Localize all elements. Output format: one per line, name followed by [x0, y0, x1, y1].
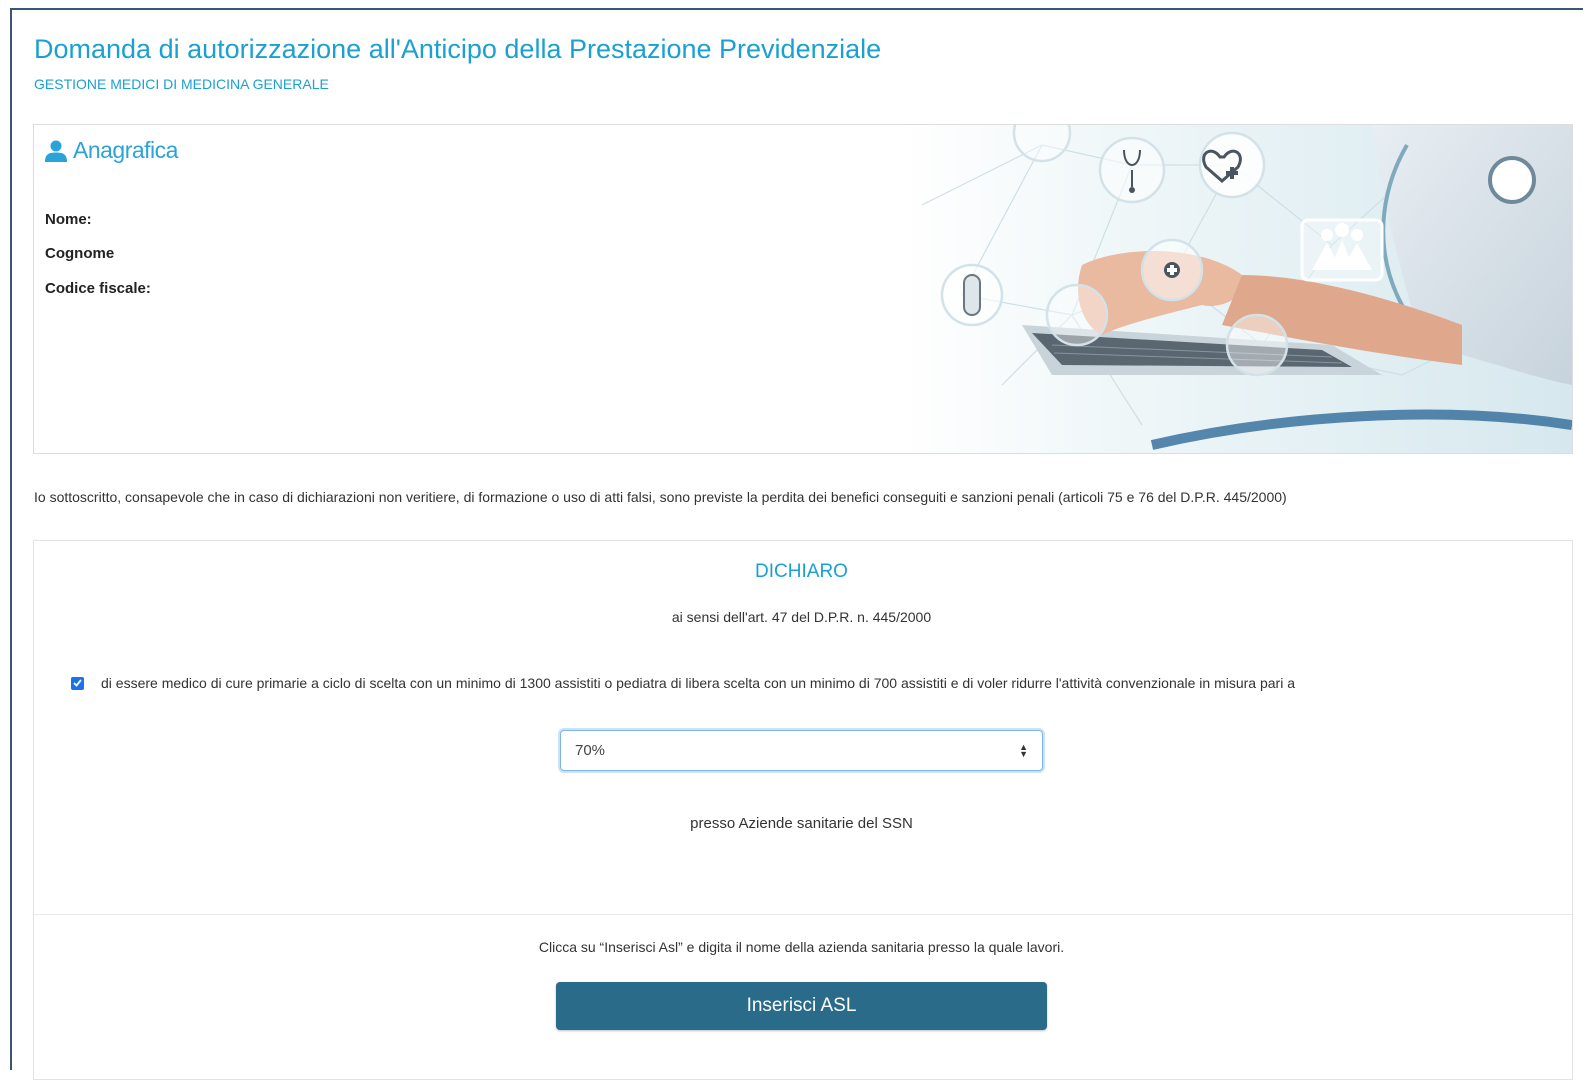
primary-care-checkbox[interactable] [71, 676, 84, 690]
dichiaro-title: DICHIARO [755, 561, 848, 582]
reduction-percentage-value: 70% [575, 742, 606, 759]
section-divider [34, 914, 1572, 915]
dichiaro-subtitle: ai sensi dell'art. 47 del D.P.R. n. 445/… [671, 609, 932, 625]
primary-care-checkbox-label: di essere medico di cure primarie a cicl… [101, 675, 1296, 691]
reduction-percentage-select[interactable]: 70% ▲ ▼ [560, 730, 1043, 771]
declaration-intro-text: Io sottoscritto, consapevole che in caso… [34, 489, 1287, 505]
anagrafica-panel: Anagrafica Nome: Cognome Codice fiscale: [33, 124, 1573, 454]
insert-asl-button[interactable]: Inserisci ASL [556, 982, 1047, 1030]
codice-fiscale-label: Codice fiscale: [45, 280, 151, 297]
page-subtitle: GESTIONE MEDICI DI MEDICINA GENERALE [34, 76, 329, 92]
user-icon [45, 140, 67, 162]
presso-aziende-text: presso Aziende sanitarie del SSN [690, 815, 913, 832]
nome-label: Nome: [45, 211, 92, 228]
checkmark-icon [73, 679, 82, 687]
medical-laptop-illustration [902, 125, 1572, 453]
anagrafica-header: Anagrafica [45, 137, 178, 164]
select-arrows-icon: ▲ ▼ [1019, 741, 1028, 759]
cognome-label: Cognome [45, 245, 115, 262]
anagrafica-title: Anagrafica [73, 137, 178, 163]
insert-asl-hint: Clicca su “Inserisci Asl” e digita il no… [538, 939, 1065, 955]
dichiaro-panel: DICHIARO ai sensi dell'art. 47 del D.P.R… [33, 540, 1573, 1080]
page-title: Domanda di autorizzazione all'Anticipo d… [34, 34, 882, 64]
primary-care-declaration-row: di essere medico di cure primarie a cicl… [71, 675, 1295, 691]
